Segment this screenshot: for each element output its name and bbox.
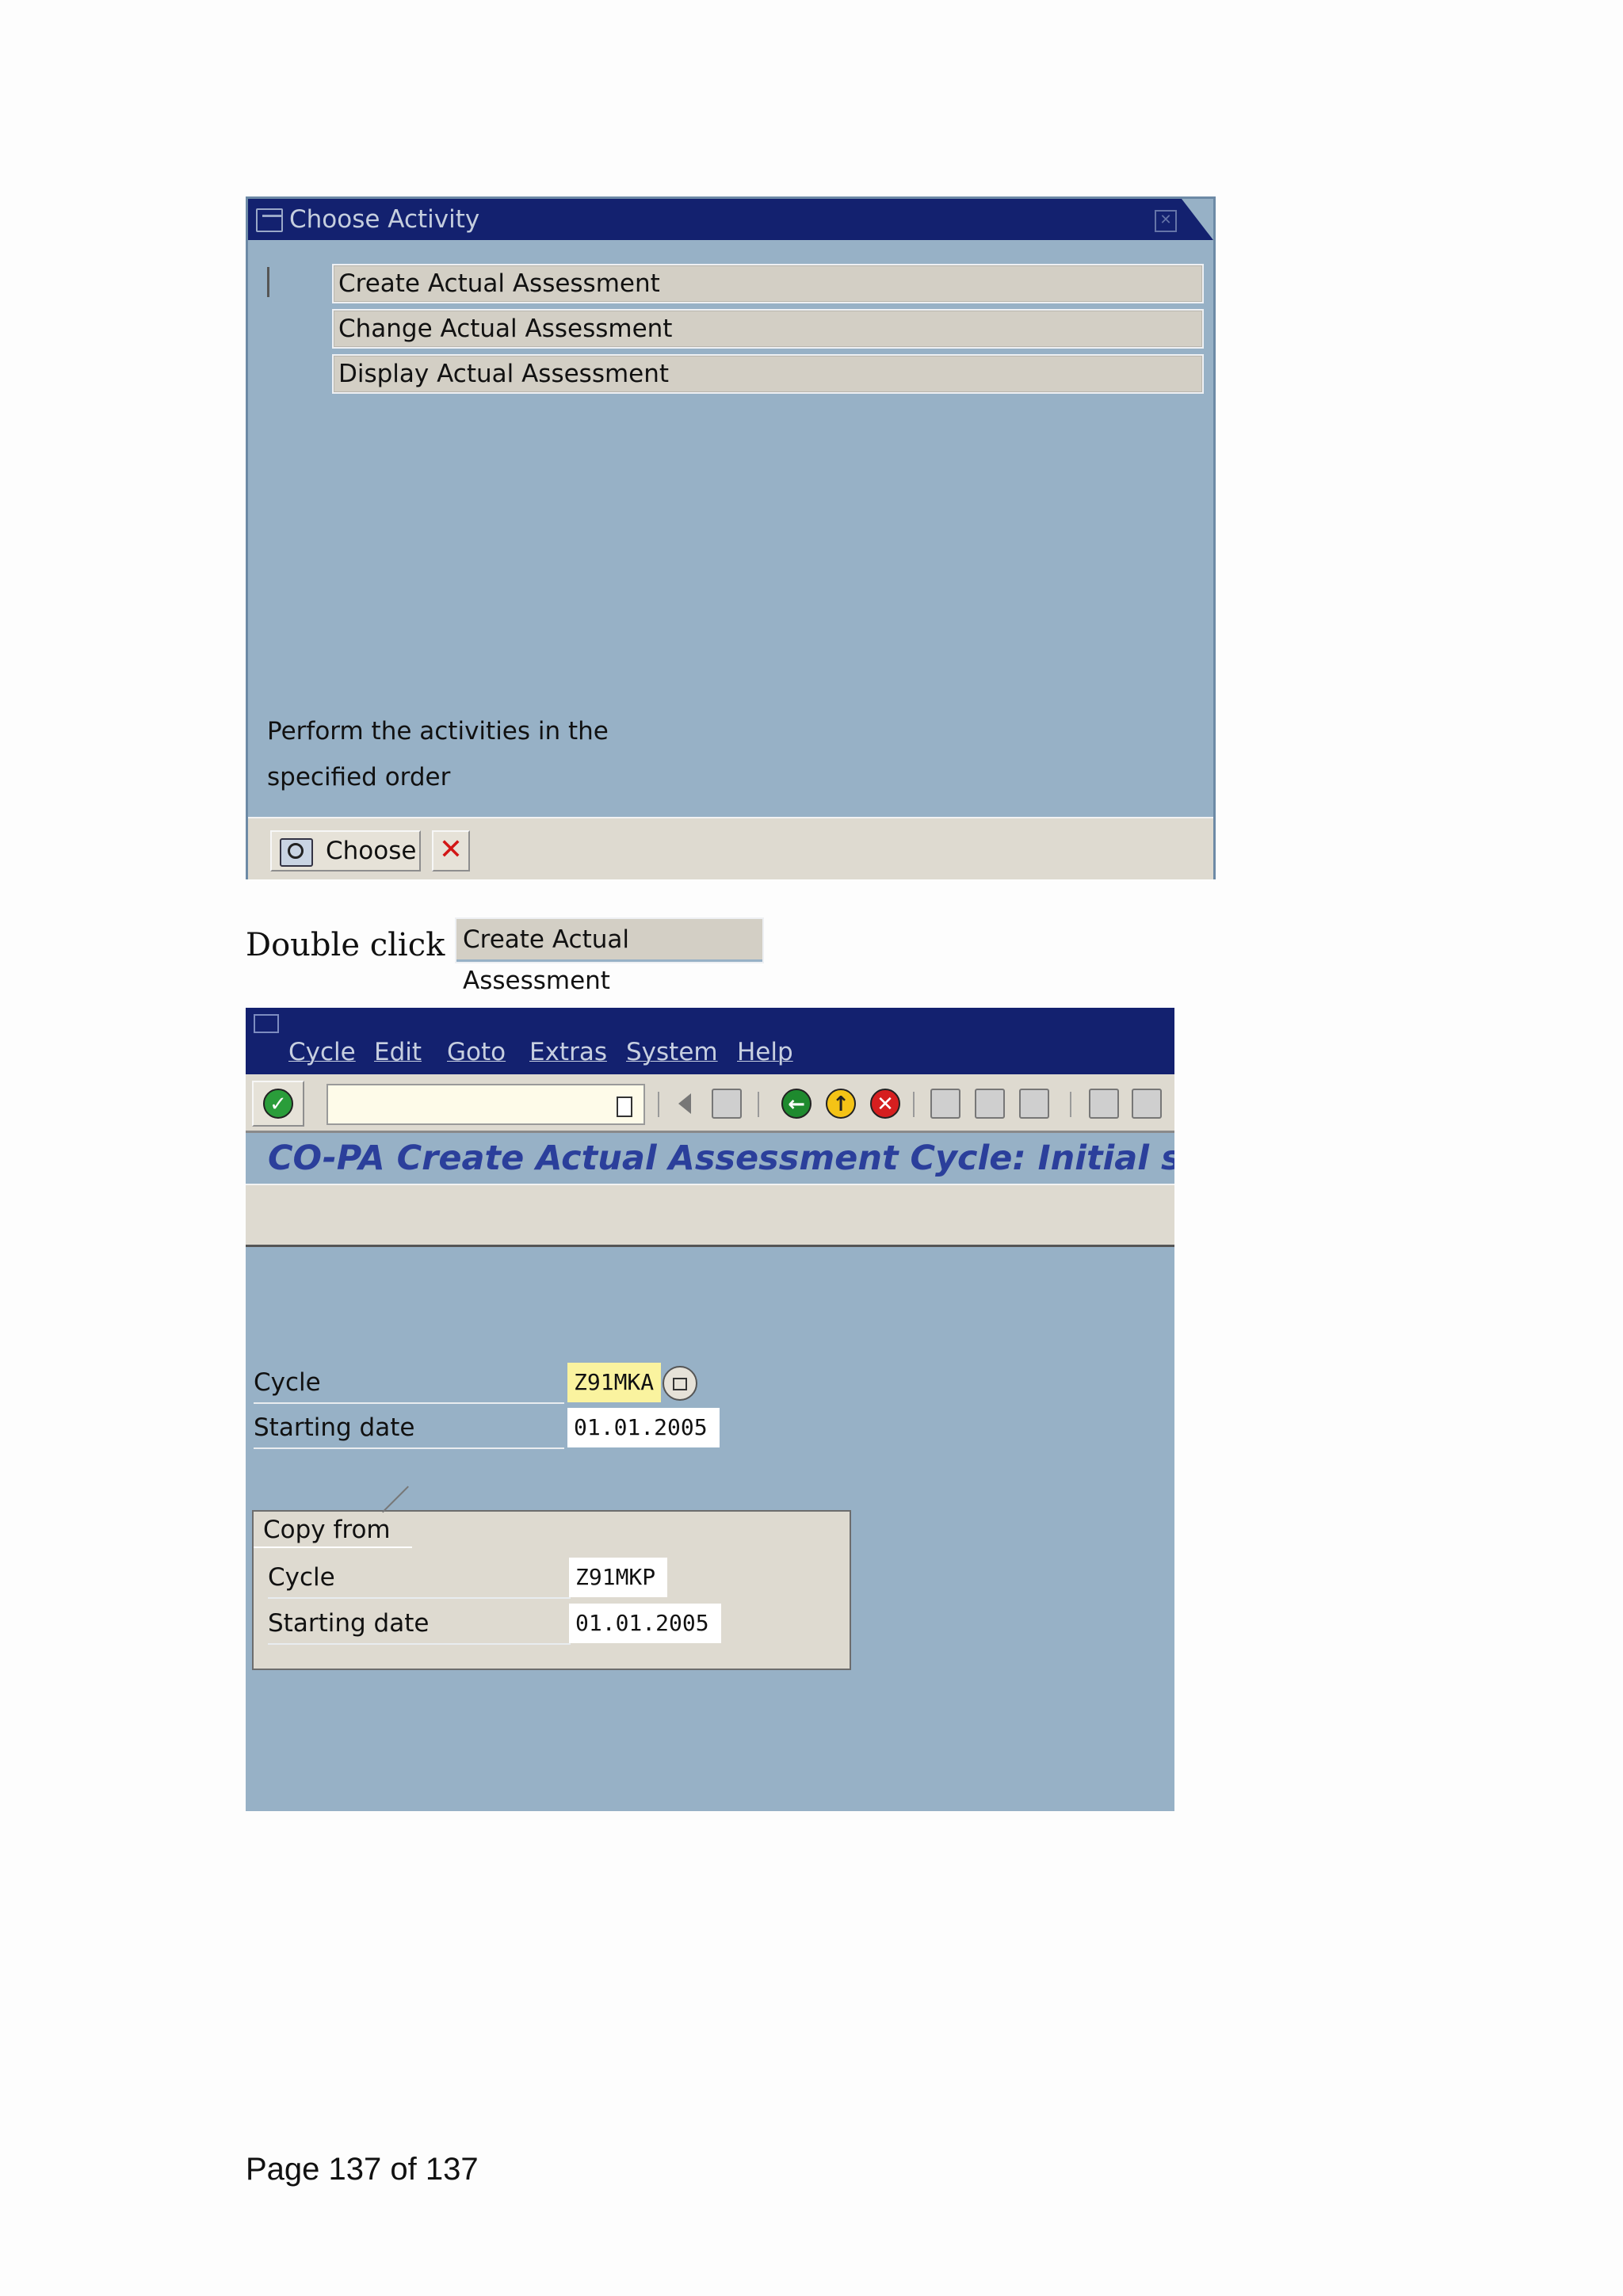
previous-icon[interactable] [670, 1089, 701, 1119]
cycle-label: Cycle [254, 1363, 564, 1404]
exit-button[interactable]: ↑ [826, 1089, 856, 1119]
copy-cycle-input[interactable]: Z91MKP [569, 1558, 667, 1597]
command-field[interactable] [327, 1084, 645, 1125]
toolbar-separator [1070, 1092, 1071, 1117]
red-x-icon: ✕ [438, 833, 464, 866]
toolbar-separator [758, 1092, 759, 1117]
copy-starting-date-input[interactable]: 01.01.2005 [569, 1604, 721, 1643]
cancel-button[interactable]: ✕ [870, 1089, 900, 1119]
standard-toolbar: ✓ ← ↑ ✕ [246, 1074, 1174, 1133]
print-icon[interactable] [930, 1089, 960, 1119]
first-page-icon[interactable] [1089, 1089, 1119, 1119]
instruction-activity-snippet: Create Actual Assessment [455, 917, 764, 995]
menu-edit[interactable]: Edit [374, 1038, 422, 1066]
menu-help[interactable]: Help [737, 1038, 793, 1066]
activity-create-actual-assessment[interactable]: Create Actual Assessment [332, 264, 1204, 303]
title-corner [1182, 199, 1213, 240]
sap-initial-screen: Cycle Edit Goto Extras System Help ✓ ← ↑… [246, 1008, 1174, 1811]
choose-button[interactable]: Choose [270, 830, 421, 871]
hint-text-line-2: specified order [267, 763, 451, 791]
activity-display-actual-assessment[interactable]: Display Actual Assessment [332, 354, 1204, 394]
copy-starting-date-label: Starting date [268, 1604, 571, 1645]
menu-bar: Cycle Edit Goto Extras System Help [246, 1008, 1174, 1074]
dialog-footer: Choose ✕ [248, 817, 1213, 879]
toolbar-separator [913, 1092, 915, 1117]
dialog-title-bar: Choose Activity ✕ [248, 199, 1213, 240]
toolbar-separator [658, 1092, 659, 1117]
exit-icon: ↑ [826, 1089, 856, 1119]
cycle-input[interactable]: Z91MKA [567, 1363, 661, 1402]
choose-button-label: Choose [326, 837, 417, 865]
command-field-dropdown-icon[interactable] [617, 1097, 632, 1117]
activity-change-actual-assessment[interactable]: Change Actual Assessment [332, 309, 1204, 349]
find-icon[interactable] [975, 1089, 1005, 1119]
starting-date-input[interactable]: 01.01.2005 [567, 1408, 720, 1447]
copy-from-group: Copy from Cycle Z91MKP Starting date 01.… [252, 1510, 851, 1670]
enter-icon: ✓ [263, 1089, 293, 1119]
magnifier-icon [280, 838, 313, 867]
starting-date-label: Starting date [254, 1408, 564, 1449]
close-icon[interactable]: ✕ [1155, 210, 1177, 232]
cancel-icon: ✕ [870, 1089, 900, 1119]
text-cursor [267, 267, 269, 297]
menu-cycle[interactable]: Cycle [288, 1038, 356, 1066]
back-icon: ← [781, 1089, 812, 1119]
menu-system[interactable]: System [626, 1038, 718, 1066]
menu-goto[interactable]: Goto [447, 1038, 506, 1066]
value-help-icon[interactable] [663, 1366, 697, 1401]
choose-activity-dialog: Choose Activity ✕ Create Actual Assessme… [246, 196, 1216, 879]
find-next-icon[interactable] [1019, 1089, 1049, 1119]
save-icon[interactable] [712, 1089, 742, 1119]
application-toolbar [246, 1184, 1174, 1247]
back-button[interactable]: ← [781, 1089, 812, 1119]
enter-button[interactable]: ✓ [252, 1081, 304, 1127]
dialog-title: Choose Activity [289, 205, 480, 234]
hint-text-line-1: Perform the activities in the [267, 717, 609, 746]
menu-extras[interactable]: Extras [529, 1038, 607, 1066]
window-icon [256, 208, 283, 232]
copy-from-title: Copy from [254, 1512, 412, 1548]
page-number: Page 137 of 137 [246, 2152, 479, 2187]
screen-title: CO-PA Create Actual Assessment Cycle: In… [268, 1138, 1174, 1178]
window-icon [254, 1014, 279, 1033]
previous-page-icon[interactable] [1132, 1089, 1162, 1119]
copy-cycle-label: Cycle [268, 1558, 571, 1599]
cancel-button[interactable]: ✕ [432, 830, 470, 871]
instruction-text: Double click [246, 927, 445, 963]
